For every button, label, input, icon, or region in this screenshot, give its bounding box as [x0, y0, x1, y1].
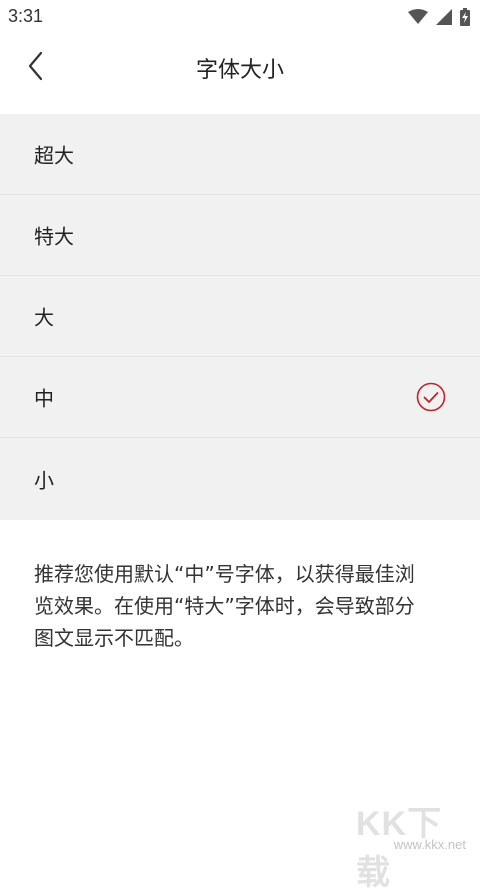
watermark-url: www.kkx.net: [393, 837, 466, 852]
option-label: 大: [34, 305, 54, 330]
font-option-medium[interactable]: 中: [0, 357, 480, 438]
font-option-small[interactable]: 小: [0, 438, 480, 520]
option-label: 小: [34, 468, 54, 493]
hint-line: 图文显示不匹配。: [34, 626, 194, 650]
option-label: 特大: [34, 224, 74, 249]
selected-check-icon: [416, 382, 446, 412]
option-label: 中: [34, 386, 54, 411]
app-bar: 字体大小: [0, 34, 480, 114]
font-size-option-list: 超大 特大 大 中 小: [0, 114, 480, 520]
status-icons: [408, 7, 470, 27]
status-bar: 3:31: [0, 0, 480, 34]
wifi-icon: [408, 9, 428, 25]
hint-line: 览效果。在使用“特大”字体时，会导致部分: [34, 594, 415, 618]
font-option-extra-large[interactable]: 超大: [0, 114, 480, 195]
watermark: KK下载 www.kkx.net: [356, 796, 474, 892]
status-time: 3:31: [8, 6, 44, 26]
page-title: 字体大小: [195, 58, 284, 83]
font-option-super-large[interactable]: 特大: [0, 195, 480, 276]
option-label: 超大: [34, 143, 74, 168]
font-option-large[interactable]: 大: [0, 276, 480, 357]
hint-line: 推荐您使用默认“中”号字体，以获得最佳浏: [34, 562, 415, 586]
battery-charging-icon: [460, 8, 470, 26]
cellular-signal-icon: [436, 9, 452, 25]
font-size-hint: 推荐您使用默认“中”号字体，以获得最佳浏 览效果。在使用“特大”字体时，会导致部…: [34, 558, 450, 654]
